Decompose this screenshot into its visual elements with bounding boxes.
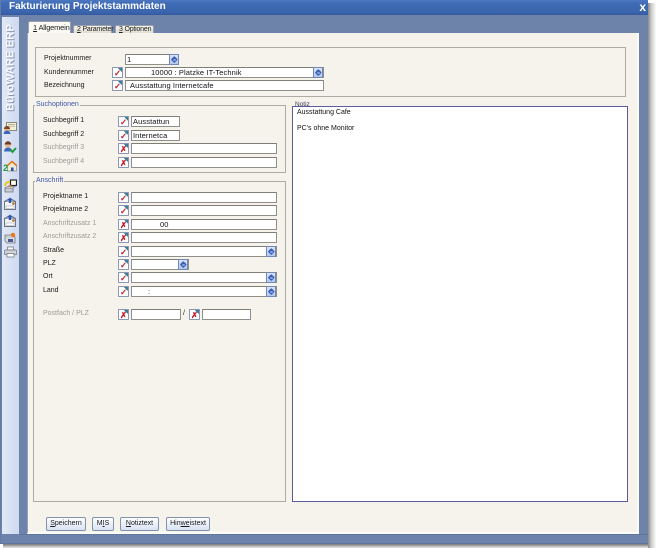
svg-text:2: 2 xyxy=(3,163,8,173)
